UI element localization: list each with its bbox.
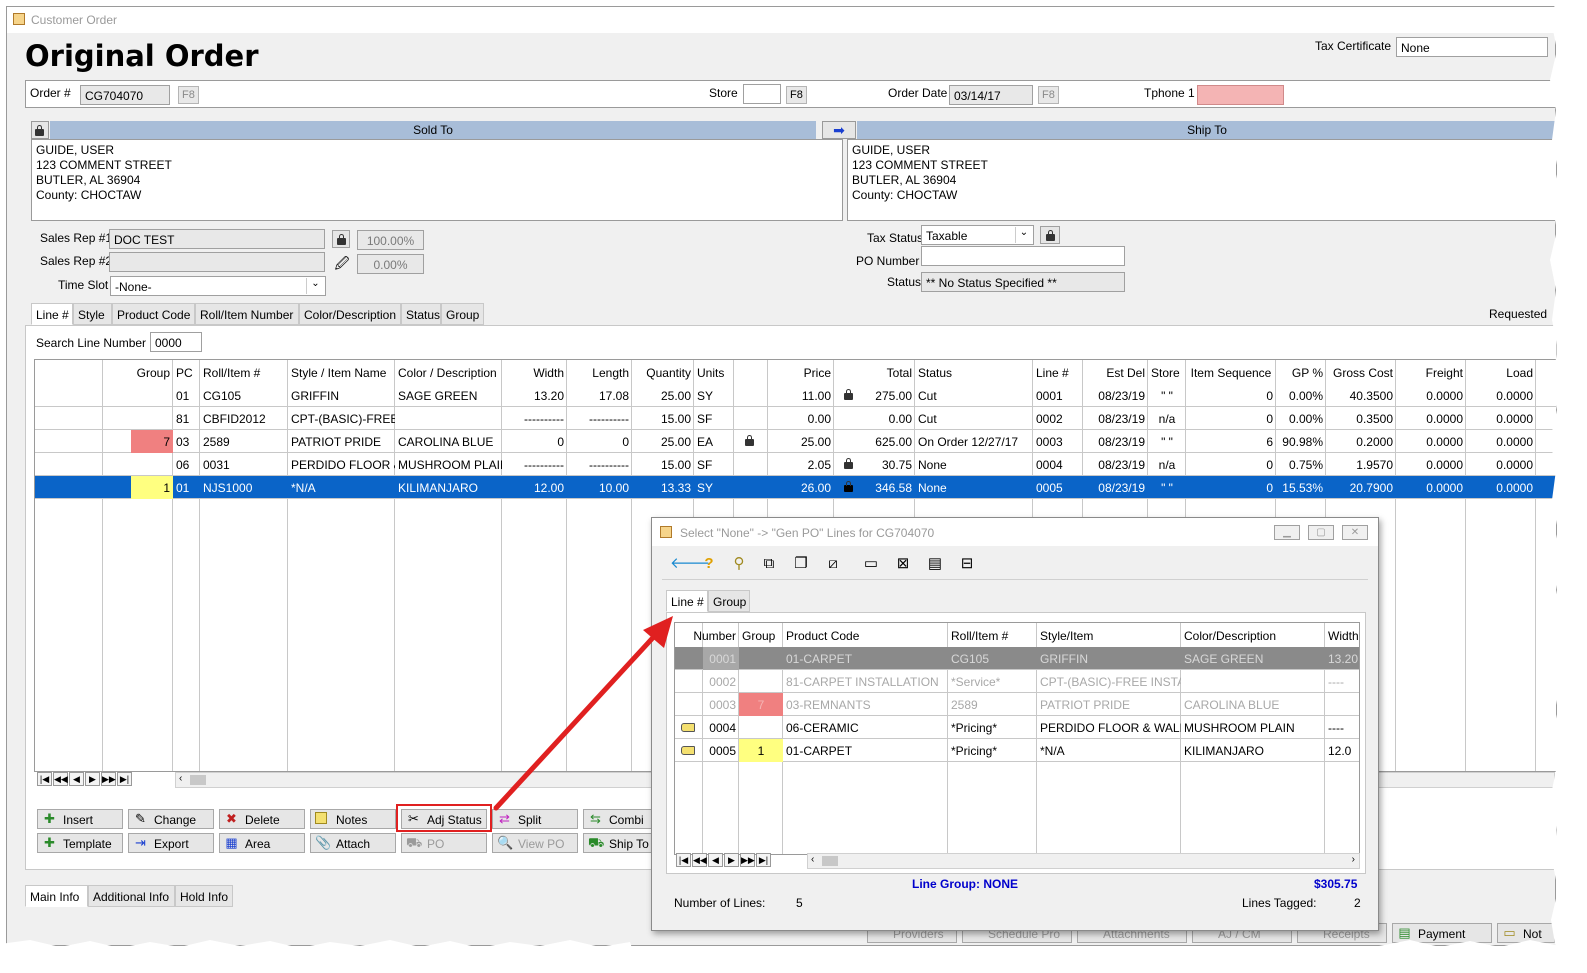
torn-edge-right [1548,0,1587,973]
annotation-arrow [493,616,673,811]
torn-edge-bottom [0,940,1587,973]
